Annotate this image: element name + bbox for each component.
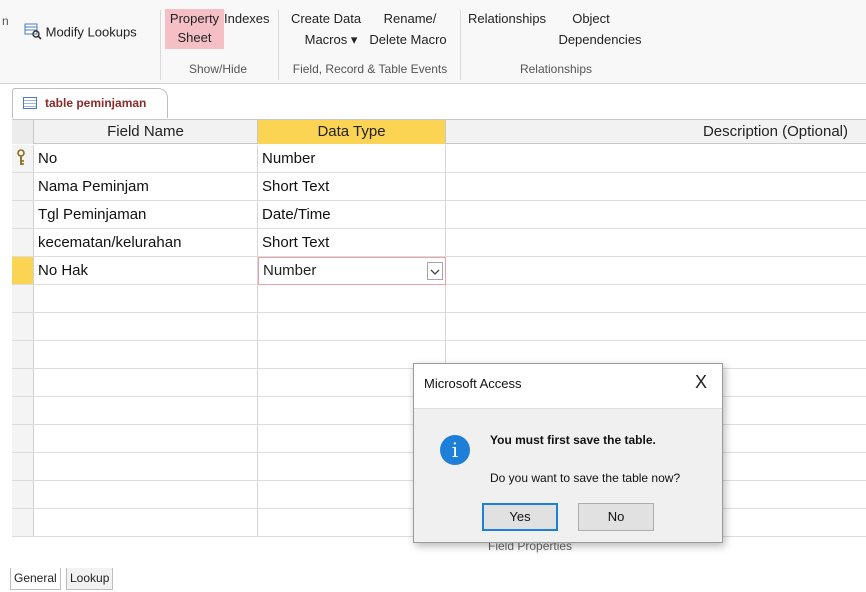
group-label-field-record: Field, Record & Table Events <box>292 62 448 76</box>
table-icon <box>23 97 37 109</box>
row-selector[interactable] <box>12 397 34 424</box>
property-sheet-button[interactable]: Property Sheet <box>165 9 224 49</box>
row-selector[interactable] <box>12 425 34 452</box>
field-name-cell[interactable] <box>34 369 258 396</box>
select-all-corner[interactable] <box>12 120 34 144</box>
table-row[interactable]: No Number <box>12 145 866 173</box>
ribbon-separator <box>278 10 279 80</box>
yes-button[interactable]: Yes <box>482 503 558 531</box>
close-icon[interactable]: X <box>692 372 710 392</box>
field-name-cell[interactable]: Tgl Peminjaman <box>34 201 258 228</box>
ribbon-separator <box>160 10 161 80</box>
rename-delete-macro-button[interactable]: Rename/ Delete Macro <box>366 10 450 48</box>
create-data-label: Create Data <box>290 11 362 26</box>
field-name-cell[interactable] <box>34 285 258 312</box>
modify-lookups-label: Modify Lookups <box>45 24 137 40</box>
description-cell[interactable] <box>446 229 866 256</box>
data-type-cell[interactable]: Number <box>258 145 446 172</box>
data-type-cell[interactable]: Short Text <box>258 229 446 256</box>
ribbon-separator <box>460 10 461 80</box>
tab-lookup[interactable]: Lookup <box>66 568 114 590</box>
header-description: Description (Optional) <box>702 123 848 140</box>
save-confirmation-dialog: Microsoft Access X i You must first save… <box>413 363 723 543</box>
delete-macro-label: Delete Macro <box>369 32 447 47</box>
dialog-body: i You must first save the table. Do you … <box>414 408 722 542</box>
dialog-message: Do you want to save the table now? <box>490 471 681 485</box>
property-sheet-label-1: Property <box>169 11 220 26</box>
no-button[interactable]: No <box>578 503 654 531</box>
row-selector[interactable] <box>12 369 34 396</box>
tab-general[interactable]: General <box>10 568 61 590</box>
description-cell[interactable] <box>446 173 866 200</box>
indexes-button[interactable]: Indexes <box>224 10 270 27</box>
row-selector[interactable] <box>12 481 34 508</box>
chevron-down-icon[interactable] <box>427 262 443 280</box>
dependencies-label: Dependencies <box>558 32 642 47</box>
header-field-name: Field Name <box>34 120 258 144</box>
dialog-title: Microsoft Access <box>424 376 522 391</box>
table-row-active[interactable]: No Hak Number <box>12 257 866 285</box>
row-selector[interactable] <box>12 173 34 200</box>
table-row[interactable]: Tgl Peminjaman Date/Time <box>12 201 866 229</box>
empty-row[interactable] <box>12 313 866 341</box>
table-row[interactable]: kecematan/kelurahan Short Text <box>12 229 866 257</box>
relationships-button[interactable]: Relationships <box>468 10 546 27</box>
ribbon: n Modify Lookups Property Sheet Indexes … <box>0 0 866 84</box>
property-sheet-label-2: Sheet <box>177 30 212 45</box>
data-type-cell[interactable]: Short Text <box>258 173 446 200</box>
object-label: Object <box>572 11 610 26</box>
row-selector[interactable] <box>12 341 34 368</box>
field-name-cell[interactable]: No Hak <box>34 257 258 284</box>
description-cell[interactable] <box>446 285 866 312</box>
modify-lookups-icon <box>24 22 42 44</box>
primary-key-icon <box>17 149 25 165</box>
ribbon-fragment-text: n <box>2 14 9 28</box>
data-type-cell[interactable]: Date/Time <box>258 201 446 228</box>
row-selector[interactable] <box>12 201 34 228</box>
empty-row[interactable] <box>12 285 866 313</box>
tab-label: table peminjaman <box>45 96 147 110</box>
tab-table-peminjaman[interactable]: table peminjaman <box>12 88 168 118</box>
row-selector[interactable] <box>12 453 34 480</box>
data-type-dropdown-value: Number <box>263 262 317 279</box>
row-selector-active[interactable] <box>12 257 34 284</box>
field-name-cell[interactable] <box>34 481 258 508</box>
field-name-cell[interactable]: kecematan/kelurahan <box>34 229 258 256</box>
create-data-macros-button[interactable]: Create Data Macros ▾ <box>288 10 364 48</box>
description-cell[interactable] <box>446 145 866 172</box>
field-name-cell[interactable] <box>34 397 258 424</box>
data-type-cell[interactable] <box>258 313 446 340</box>
row-selector[interactable] <box>12 285 34 312</box>
group-label-relationships: Relationships <box>519 62 593 76</box>
field-name-cell[interactable]: No <box>34 145 258 172</box>
row-selector[interactable] <box>12 509 34 536</box>
description-cell[interactable] <box>446 201 866 228</box>
table-row[interactable]: Nama Peminjam Short Text <box>12 173 866 201</box>
header-data-type: Data Type <box>258 120 446 144</box>
info-icon: i <box>440 435 470 465</box>
data-type-dropdown[interactable]: Number <box>258 257 446 285</box>
rename-label: Rename/ <box>383 11 437 26</box>
row-selector[interactable] <box>12 229 34 256</box>
row-selector[interactable] <box>12 145 34 172</box>
field-name-cell[interactable]: Nama Peminjam <box>34 173 258 200</box>
object-dependencies-button[interactable]: Object Dependencies <box>558 10 642 48</box>
field-name-cell[interactable] <box>34 425 258 452</box>
group-label-show-hide: Show/Hide <box>188 62 248 76</box>
field-name-cell[interactable] <box>34 509 258 536</box>
field-name-cell[interactable] <box>34 453 258 480</box>
row-selector[interactable] <box>12 313 34 340</box>
modify-lookups-button[interactable]: Modify Lookups <box>24 22 137 44</box>
grid-header: Field Name Data Type Description (Option… <box>12 120 866 144</box>
description-cell[interactable] <box>446 257 866 284</box>
field-name-cell[interactable] <box>34 313 258 340</box>
macros-label: Macros ▾ <box>304 32 358 47</box>
dialog-message-bold: You must first save the table. <box>490 433 656 447</box>
data-type-cell[interactable] <box>258 285 446 312</box>
description-cell[interactable] <box>446 313 866 340</box>
field-name-cell[interactable] <box>34 341 258 368</box>
